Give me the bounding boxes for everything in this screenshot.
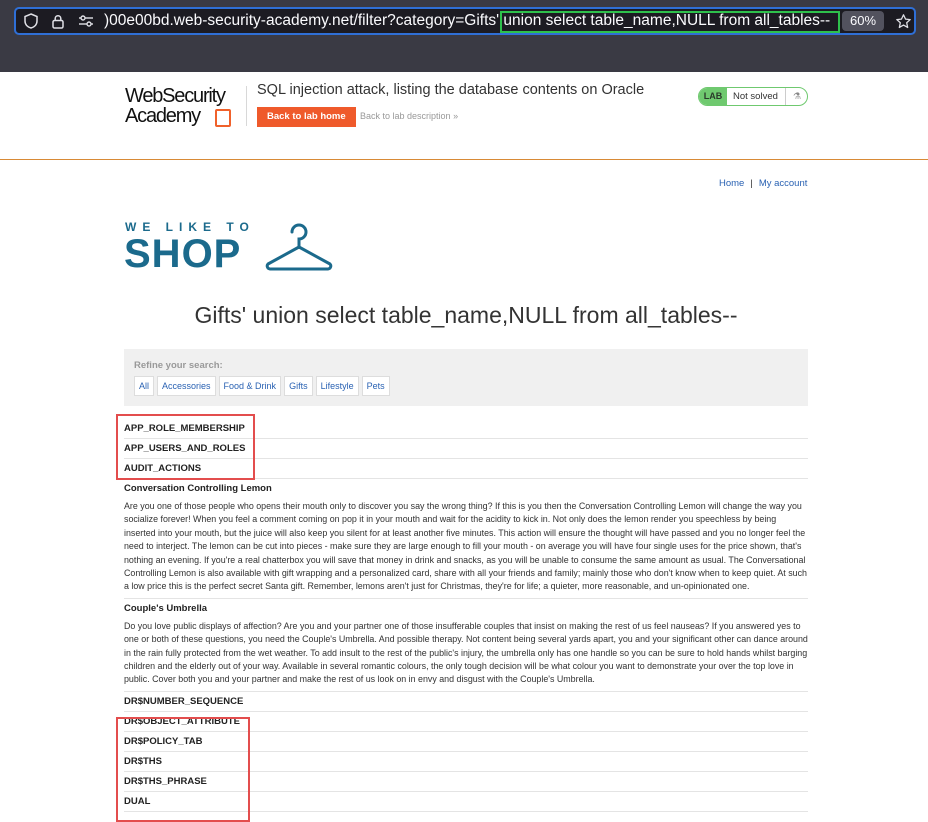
hanger-icon: [265, 223, 333, 271]
category-food-drink[interactable]: Food & Drink: [218, 376, 282, 396]
product-name: Conversation Controlling Lemon: [124, 483, 272, 494]
url-highlight-box: [500, 11, 840, 33]
my-account-link[interactable]: My account: [759, 178, 808, 189]
zoom-level-button[interactable]: 60%: [842, 11, 884, 31]
category-all[interactable]: All: [134, 376, 155, 396]
logo-line-2: Academy: [125, 105, 201, 127]
shop-name: SHOP: [124, 232, 242, 276]
nav-separator: |: [750, 178, 753, 189]
category-accessories[interactable]: Accessories: [157, 376, 216, 396]
product-name: Couple's Umbrella: [124, 602, 208, 614]
browser-toolbar: )00e00bd.web-security-academy.net/filter…: [0, 0, 928, 72]
star-icon[interactable]: [892, 9, 914, 33]
shop-logo: WE LIKE TO SHOP: [124, 220, 339, 276]
page-title: Gifts' union select table_name,NULL from…: [194, 302, 738, 328]
lab-header: WebSecurity Academy SQL injection attack…: [0, 72, 928, 160]
product-row: Conversation Controlling Lemon Are you o…: [124, 479, 808, 599]
category-gifts[interactable]: Gifts: [284, 376, 313, 396]
table-names-highlight-top: [116, 414, 255, 480]
tune-icon[interactable]: [77, 9, 95, 33]
address-bar[interactable]: )00e00bd.web-security-academy.net/filter…: [14, 7, 916, 35]
table-names-highlight-bottom: [116, 717, 250, 822]
product-description: Do you love public displays of affection…: [124, 620, 808, 685]
category-list: All Accessories Food & Drink Gifts Lifes…: [134, 376, 390, 396]
category-lifestyle[interactable]: Lifestyle: [315, 376, 359, 396]
back-description-label: Back to lab description: [360, 111, 451, 121]
table-row: DR$NUMBER_SEQUENCE: [124, 692, 808, 712]
web-security-academy-logo[interactable]: WebSecurity Academy: [125, 85, 245, 129]
shield-icon[interactable]: [22, 9, 40, 33]
product-description: Are you one of those people who opens th…: [124, 501, 807, 592]
account-nav: Home | My account: [719, 178, 807, 189]
category-pets[interactable]: Pets: [361, 376, 390, 396]
product-row: Couple's Umbrella Do you love public dis…: [124, 599, 808, 692]
lab-status-text: Not solved: [733, 91, 778, 102]
category-filter: Refine your search: All Accessories Food…: [124, 349, 808, 406]
lightning-icon: [215, 109, 231, 127]
lab-status-widget: LAB Not solved ⚗: [698, 87, 808, 106]
back-to-lab-home-button[interactable]: Back to lab home: [257, 107, 356, 127]
flask-icon: ⚗: [785, 88, 807, 105]
lock-icon[interactable]: [49, 9, 67, 33]
lab-title: SQL injection attack, listing the databa…: [257, 82, 645, 98]
logo-line-1: WebSecurity: [125, 85, 226, 107]
chevron-right-icon: »: [453, 111, 459, 121]
back-to-lab-description-link[interactable]: Back to lab description »: [360, 111, 458, 121]
lab-badge: LAB: [699, 88, 727, 105]
home-link[interactable]: Home: [719, 178, 744, 189]
filter-label: Refine your search:: [134, 360, 223, 371]
header-divider: [246, 86, 247, 126]
